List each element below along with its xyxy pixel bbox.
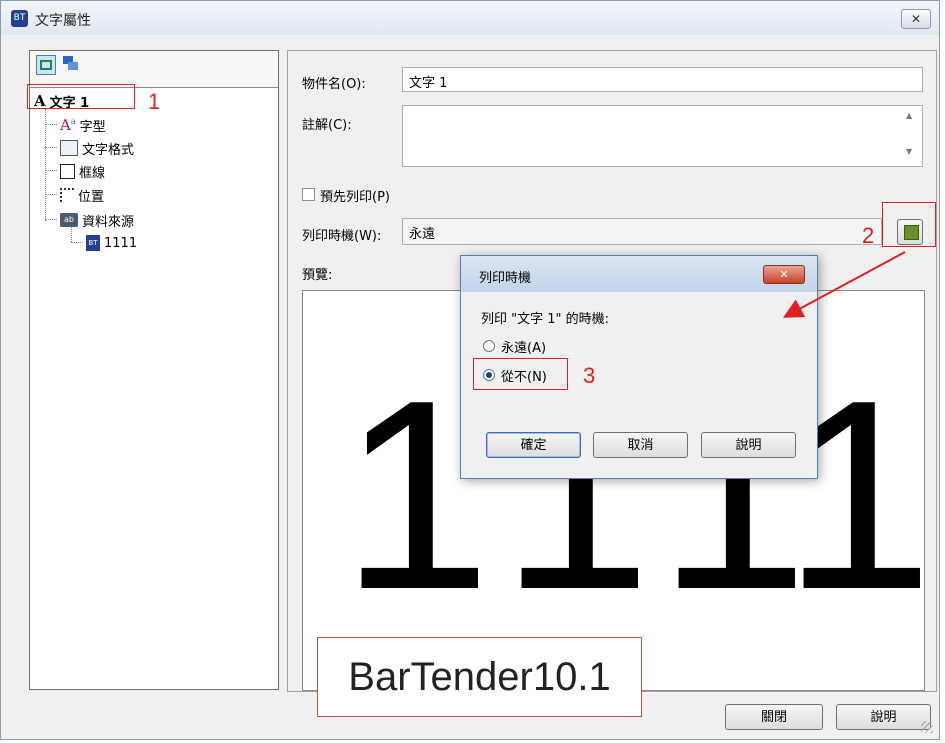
bartender-version-watermark: BarTender10.1 xyxy=(317,637,642,717)
annotation-arrow xyxy=(782,251,906,318)
